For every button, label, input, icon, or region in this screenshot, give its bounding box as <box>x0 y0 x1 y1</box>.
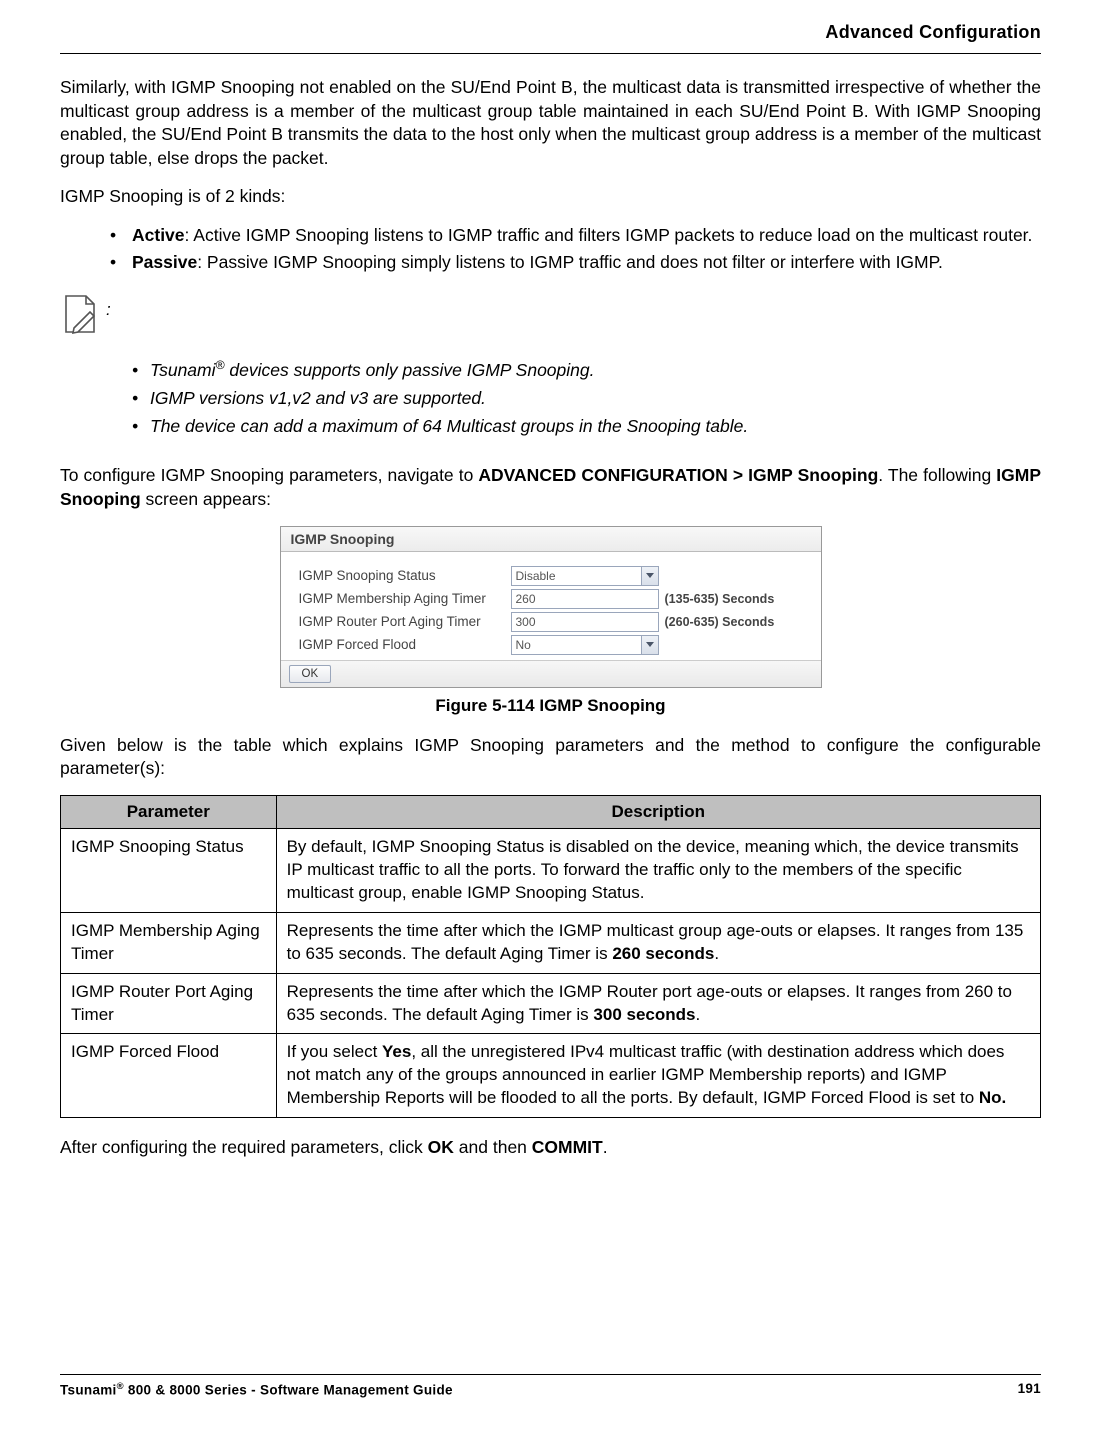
kind-passive-label: Passive <box>132 252 197 272</box>
ok-button[interactable]: OK <box>289 665 332 683</box>
after-commit: COMMIT <box>532 1137 603 1157</box>
cell-desc: Represents the time after which the IGMP… <box>276 912 1040 973</box>
nav-paragraph: To configure IGMP Snooping parameters, n… <box>60 464 1041 511</box>
row-flood: IGMP Forced Flood No <box>299 635 811 655</box>
intro-paragraph-2: IGMP Snooping is of 2 kinds: <box>60 185 1041 209</box>
flood-select[interactable]: No <box>511 635 659 655</box>
nav-path: ADVANCED CONFIGURATION > IGMP Snooping <box>478 465 878 485</box>
row-router: IGMP Router Port Aging Timer (260-635) S… <box>299 612 811 632</box>
note-item-1: Tsunami® devices supports only passive I… <box>132 356 1041 384</box>
footer-left-post: 800 & 8000 Series - Software Management … <box>124 1382 453 1397</box>
after-paragraph: After configuring the required parameter… <box>60 1136 1041 1160</box>
igmp-snooping-panel: IGMP Snooping IGMP Snooping Status Disab… <box>280 526 822 688</box>
after-pre: After configuring the required parameter… <box>60 1137 428 1157</box>
router-hint: (260-635) Seconds <box>665 615 775 629</box>
kind-active-text: : Active IGMP Snooping listens to IGMP t… <box>185 225 1033 245</box>
nav-post2: screen appears: <box>141 489 271 509</box>
kind-active: Active: Active IGMP Snooping listens to … <box>110 222 1041 249</box>
parameter-table: Parameter Description IGMP Snooping Stat… <box>60 795 1041 1118</box>
kind-passive: Passive: Passive IGMP Snooping simply li… <box>110 249 1041 276</box>
page-number: 191 <box>1018 1381 1041 1398</box>
footer-left-sup: ® <box>117 1381 124 1392</box>
note-block: : <box>60 294 1041 338</box>
nav-pre: To configure IGMP Snooping parameters, n… <box>60 465 478 485</box>
flood-label: IGMP Forced Flood <box>299 637 511 652</box>
r3-bold: 300 seconds <box>593 1005 695 1024</box>
r2-post: . <box>714 944 719 963</box>
cell-param: IGMP Snooping Status <box>61 828 277 912</box>
router-label: IGMP Router Port Aging Timer <box>299 614 511 629</box>
footer-rule <box>60 1374 1041 1375</box>
note-icon <box>60 294 104 338</box>
figure-caption: Figure 5-114 IGMP Snooping <box>60 696 1041 716</box>
note-list: Tsunami® devices supports only passive I… <box>60 356 1041 440</box>
panel-title: IGMP Snooping <box>281 527 821 552</box>
flood-value: No <box>516 638 531 652</box>
page-footer: Tsunami® 800 & 8000 Series - Software Ma… <box>60 1374 1041 1398</box>
router-input[interactable] <box>511 612 659 632</box>
note-1-post: devices supports only passive IGMP Snoop… <box>225 360 595 380</box>
kinds-list: Active: Active IGMP Snooping listens to … <box>60 222 1041 276</box>
kind-active-label: Active <box>132 225 185 245</box>
r4-no: No. <box>979 1088 1006 1107</box>
after-post: . <box>603 1137 608 1157</box>
row-status: IGMP Snooping Status Disable <box>299 566 811 586</box>
note-colon: : <box>106 300 111 320</box>
cell-param: IGMP Router Port Aging Timer <box>61 973 277 1034</box>
table-row: IGMP Snooping Status By default, IGMP Sn… <box>61 828 1041 912</box>
r4-yes: Yes <box>382 1042 411 1061</box>
th-parameter: Parameter <box>61 795 277 828</box>
after-ok: OK <box>428 1137 454 1157</box>
status-value: Disable <box>516 569 556 583</box>
table-row: IGMP Forced Flood If you select Yes, all… <box>61 1034 1041 1118</box>
status-label: IGMP Snooping Status <box>299 568 511 583</box>
note-1-pre: Tsunami <box>150 360 216 380</box>
row-membership: IGMP Membership Aging Timer (135-635) Se… <box>299 589 811 609</box>
kind-passive-text: : Passive IGMP Snooping simply listens t… <box>197 252 943 272</box>
table-intro: Given below is the table which explains … <box>60 734 1041 781</box>
cell-param: IGMP Membership Aging Timer <box>61 912 277 973</box>
table-row: IGMP Router Port Aging Timer Represents … <box>61 973 1041 1034</box>
membership-input[interactable] <box>511 589 659 609</box>
chevron-down-icon <box>641 636 658 654</box>
after-mid: and then <box>454 1137 532 1157</box>
cell-desc: If you select Yes, all the unregistered … <box>276 1034 1040 1118</box>
footer-left-pre: Tsunami <box>60 1382 117 1397</box>
note-item-3: The device can add a maximum of 64 Multi… <box>132 412 1041 440</box>
r3-post: . <box>695 1005 700 1024</box>
membership-hint: (135-635) Seconds <box>665 592 775 606</box>
chevron-down-icon <box>641 567 658 585</box>
note-1-sup: ® <box>216 359 225 373</box>
table-row: IGMP Membership Aging Timer Represents t… <box>61 912 1041 973</box>
r2-bold: 260 seconds <box>612 944 714 963</box>
r4-pre: If you select <box>287 1042 382 1061</box>
intro-paragraph-1: Similarly, with IGMP Snooping not enable… <box>60 76 1041 171</box>
cell-desc: By default, IGMP Snooping Status is disa… <box>276 828 1040 912</box>
status-select[interactable]: Disable <box>511 566 659 586</box>
th-description: Description <box>276 795 1040 828</box>
header-rule <box>60 53 1041 54</box>
nav-post1: . The following <box>878 465 996 485</box>
cell-param: IGMP Forced Flood <box>61 1034 277 1118</box>
running-header: Advanced Configuration <box>60 22 1041 43</box>
note-item-2: IGMP versions v1,v2 and v3 are supported… <box>132 384 1041 412</box>
membership-label: IGMP Membership Aging Timer <box>299 591 511 606</box>
footer-left: Tsunami® 800 & 8000 Series - Software Ma… <box>60 1381 453 1398</box>
cell-desc: Represents the time after which the IGMP… <box>276 973 1040 1034</box>
